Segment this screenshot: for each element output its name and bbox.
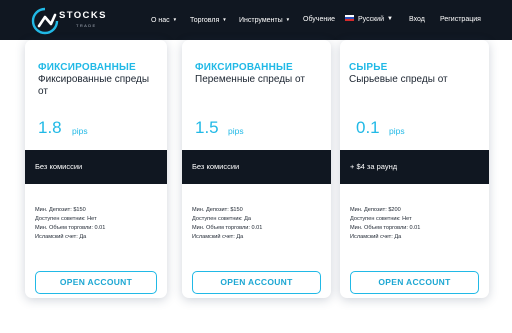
- russia-flag-icon: [345, 15, 354, 21]
- detail-islamic: Исламский счет: Да: [192, 234, 244, 240]
- card-subtitle: Сырьевые спреды от: [349, 74, 448, 85]
- commission-text: Без комиссии: [192, 162, 240, 171]
- nav-item-tools[interactable]: Инструменты ▼: [239, 15, 290, 25]
- logo[interactable]: STOCKS TRADE: [30, 6, 108, 36]
- detail-min-volume: Мин. Объем торговли: 0.01: [35, 225, 106, 231]
- account-card-fixed: ФИКСИРОВАННЫЕ Фиксированные спреды от 1.…: [25, 40, 167, 298]
- account-details: Мин. Депозит: $150 Доступен советник: Да…: [192, 206, 262, 242]
- login-link[interactable]: Вход: [409, 15, 425, 24]
- logo-mark-icon: [31, 7, 59, 35]
- brand-subtitle: TRADE: [76, 23, 97, 28]
- caret-down-icon: ▼: [172, 17, 178, 22]
- brand-name: STOCKS: [59, 10, 107, 21]
- nav-item-trading[interactable]: Торговля ▼: [190, 15, 227, 25]
- caret-down-icon: ▼: [285, 17, 291, 22]
- spread-value: 0.1: [356, 118, 380, 137]
- card-title: ФИКСИРОВАННЫЕ: [195, 62, 293, 73]
- nav-item-label: Торговля: [190, 17, 220, 24]
- open-account-button[interactable]: OPEN ACCOUNT: [192, 271, 321, 294]
- account-card-variable: ФИКСИРОВАННЫЕ Переменные спреды от 1.5 p…: [182, 40, 331, 298]
- card-subtitle: Фиксированные спреды от: [38, 74, 150, 97]
- spread-value: 1.8: [38, 118, 62, 137]
- detail-min-volume: Мин. Объем торговли: 0.01: [192, 225, 263, 231]
- card-subtitle: Переменные спреды от: [195, 74, 305, 85]
- detail-advisor: Доступен советник: Да: [192, 216, 251, 222]
- commission-text: Без комиссии: [35, 162, 83, 171]
- detail-islamic: Исламский счет: Да: [35, 234, 87, 240]
- commission-text: + $4 за раунд: [350, 162, 398, 171]
- top-navbar: STOCKS TRADE О нас ▼ Торговля ▼ Инструмент…: [0, 0, 512, 40]
- spread-unit: pips: [72, 126, 88, 136]
- detail-min-deposit: Мин. Депозит: $150: [192, 207, 243, 213]
- language-selector[interactable]: Русский ▼: [345, 15, 393, 24]
- caret-down-icon: ▼: [222, 17, 227, 22]
- commission-band: + $4 за раунд: [340, 150, 489, 184]
- detail-islamic: Исламский счет: Да: [350, 234, 402, 240]
- detail-min-deposit: Мин. Депозит: $150: [35, 207, 86, 213]
- spread-unit: pips: [228, 126, 244, 136]
- commission-band: Без комиссии: [182, 150, 331, 184]
- nav-item-label: Обучение: [303, 16, 336, 23]
- nav-item-label: Инструменты: [239, 17, 283, 24]
- detail-min-deposit: Мин. Депозит: $200: [350, 207, 401, 213]
- open-account-button[interactable]: OPEN ACCOUNT: [35, 271, 157, 294]
- detail-advisor: Доступен советник: Нет: [350, 216, 412, 222]
- nav-item-education[interactable]: Обучение: [303, 15, 335, 24]
- card-title: СЫРЬЕ: [349, 62, 388, 73]
- commission-band: Без комиссии: [25, 150, 167, 184]
- account-card-commodities: СЫРЬЕ Сырьевые спреды от 0.1 pips + $4 з…: [340, 40, 489, 298]
- open-account-button[interactable]: OPEN ACCOUNT: [350, 271, 479, 294]
- caret-down-icon: ▼: [386, 16, 393, 22]
- detail-advisor: Доступен советник: Нет: [35, 216, 97, 222]
- spread-value: 1.5: [195, 118, 219, 137]
- spread-unit: pips: [389, 126, 405, 136]
- account-details: Мин. Депозит: $200 Доступен советник: Не…: [350, 206, 420, 242]
- detail-min-volume: Мин. Объем торговли: 0.01: [350, 225, 421, 231]
- account-details: Мин. Депозит: $150 Доступен советник: Не…: [35, 206, 105, 242]
- language-label: Русский: [358, 16, 384, 23]
- nav-item-label: О нас: [151, 17, 170, 24]
- card-title: ФИКСИРОВАННЫЕ: [38, 62, 136, 73]
- nav-item-about[interactable]: О нас ▼: [151, 15, 177, 25]
- register-link[interactable]: Регистрация: [440, 15, 481, 24]
